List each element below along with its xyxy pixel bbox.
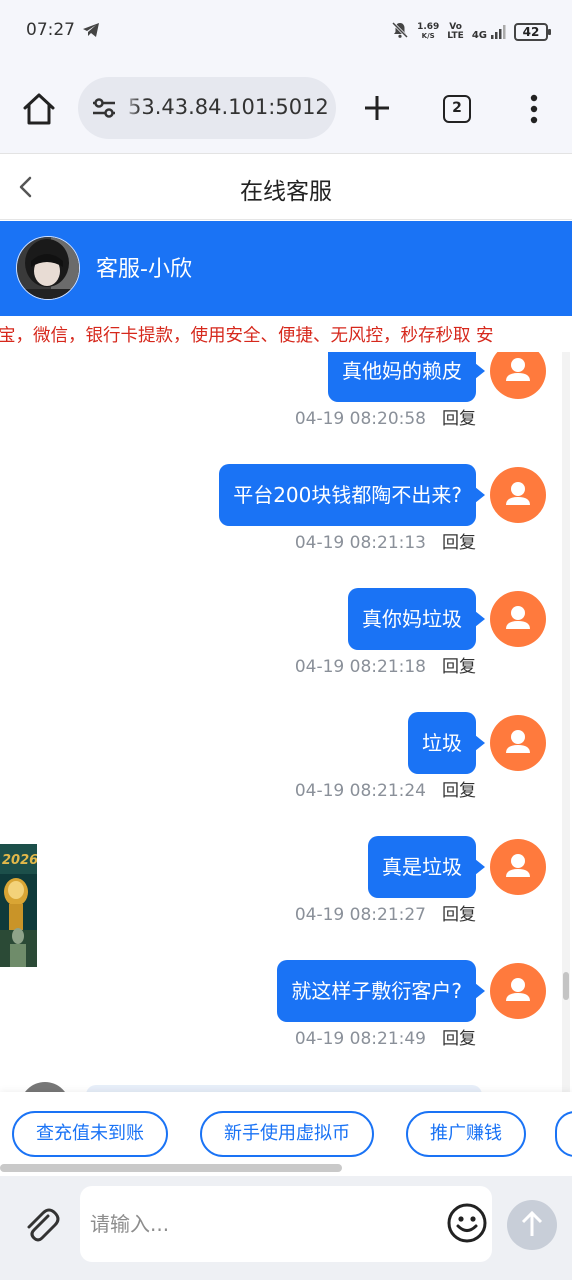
chat-scrollbar[interactable] [563,972,569,1000]
new-tab-button[interactable] [362,93,392,123]
user-avatar-icon [490,715,546,771]
message-meta: 04-19 08:21:27 回复 [295,900,476,925]
message-bubble[interactable]: 就这样子敷衍客户? [277,960,485,1022]
floating-ad-image[interactable]: 2026 [0,844,37,967]
emoji-button[interactable] [446,1202,488,1244]
message-bubble[interactable]: 真你妈垃圾 [348,588,485,650]
agent-name: 客服-小欣 [96,257,192,282]
user-avatar-icon [490,591,546,647]
agent-message-avatar [20,1082,70,1092]
home-button[interactable] [20,90,58,128]
attach-button[interactable] [20,1204,62,1246]
reply-link[interactable]: 回复 [442,1029,476,1049]
message-bubble[interactable]: 平台200块钱都陶不出来? [219,464,485,526]
message-timestamp: 04-19 08:21:27 [294,905,426,925]
status-time: 07:27 [26,20,75,40]
message-timestamp: 04-19 08:21:49 [294,1029,426,1049]
battery-icon: 42 [514,23,551,41]
send-button[interactable] [507,1200,557,1250]
user-avatar-icon [490,839,546,895]
smiley-icon [447,1203,487,1243]
reply-link[interactable]: 回复 [442,409,476,429]
page-title: 在线客服 [240,179,332,205]
signal-indicator: 4G [472,24,506,41]
agent-message-bubble [86,1085,482,1092]
signal-bars-icon [491,25,506,39]
agent-avatar[interactable] [16,236,80,300]
quick-reply-crypto-guide[interactable]: 新手使用虚拟币 [200,1111,374,1157]
message-meta: 04-19 08:20:58 回复 [295,404,476,429]
message-bubble[interactable]: 垃圾 [408,712,485,774]
quick-reply-referral[interactable]: 推广赚钱 [406,1111,526,1157]
message-meta: 04-19 08:21:24 回复 [295,776,476,801]
reply-link[interactable]: 回复 [442,781,476,801]
svg-text:2026: 2026 [2,853,37,868]
user-avatar-icon [490,352,546,399]
message-input-bar [0,1176,572,1280]
notice-marquee: 宝，微信，银行卡提款，使用安全、便捷、无风控，秒存秒取 安 [0,316,572,352]
mute-bell-icon [391,21,409,43]
quick-replies-bar: 查充值未到账 新手使用虚拟币 推广赚钱 [0,1092,572,1176]
home-icon [23,93,55,125]
user-avatar-icon [490,963,546,1019]
quick-replies-scrollbar[interactable] [0,1164,342,1172]
telegram-icon [82,22,100,42]
more-vert-icon [530,94,538,124]
arrow-up-icon [521,1210,543,1236]
net-speed: 1.69 K/S [417,22,440,41]
browser-menu-button[interactable] [524,93,544,125]
reply-link[interactable]: 回复 [442,657,476,677]
message-bubble[interactable]: 真是垃圾 [368,836,485,898]
reply-link[interactable]: 回复 [442,905,476,925]
url-text: 53.43.84.101:5012 [128,95,329,119]
paperclip-icon [27,1208,60,1242]
message-meta: 04-19 08:21:18 回复 [295,652,476,677]
marquee-text: 宝，微信，银行卡提款，使用安全、便捷、无风控，秒存秒取 安 [0,326,494,346]
message-bubble[interactable]: 真他妈的赖皮 [328,352,485,402]
user-avatar-icon [490,467,546,523]
quick-reply-more[interactable] [555,1111,572,1157]
message-timestamp: 04-19 08:21:13 [294,533,426,553]
message-meta: 04-19 08:21:49 回复 [295,1024,476,1049]
message-input[interactable] [80,1186,492,1262]
tab-switcher-button[interactable]: 2 [443,95,471,123]
reply-link[interactable]: 回复 [442,533,476,553]
browser-toolbar: 53.43.84.101:5012 2 [0,64,572,154]
message-timestamp: 04-19 08:20:58 [294,409,426,429]
status-bar: 07:27 1.69 K/S Vo LTE 4G 42 [0,0,572,64]
volte-indicator: Vo LTE [447,22,464,41]
plus-icon [365,96,389,120]
message-timestamp: 04-19 08:21:18 [294,657,426,677]
quick-reply-recharge[interactable]: 查充值未到账 [12,1111,168,1157]
agent-header: 客服-小欣 [0,221,572,316]
address-bar[interactable]: 53.43.84.101:5012 [78,77,336,139]
chat-messages[interactable]: 2026 真他妈的赖皮 04-19 08:20:58 回复 平台200块钱都陶不出来?… [0,352,572,1092]
message-meta: 04-19 08:21:13 回复 [295,528,476,553]
page-header: 在线客服 [0,154,572,220]
site-settings-icon[interactable] [90,96,118,124]
message-timestamp: 04-19 08:21:24 [294,781,426,801]
